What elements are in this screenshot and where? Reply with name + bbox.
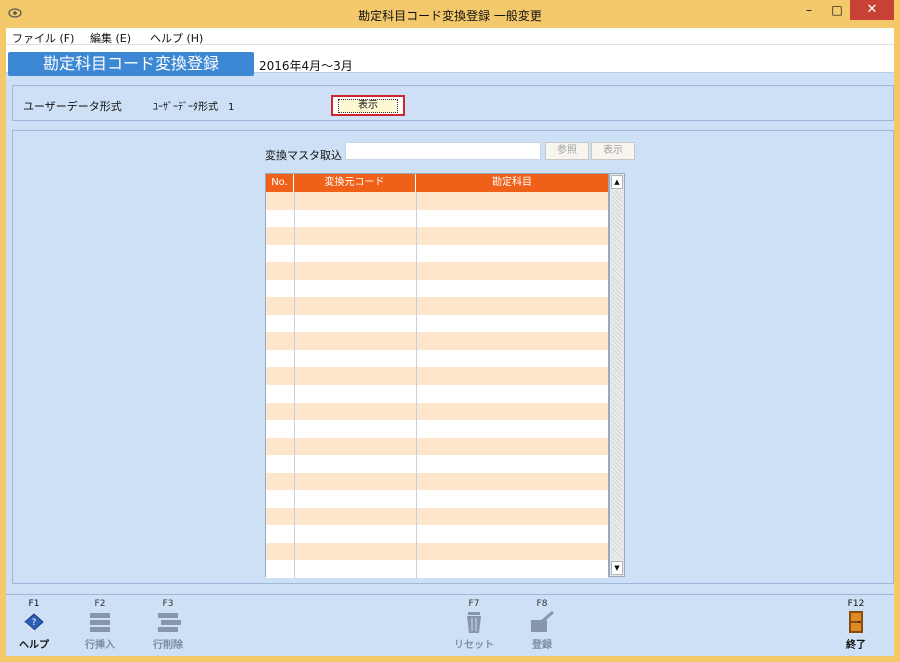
column-header-source-code[interactable]: 変換元コード bbox=[294, 174, 416, 192]
scroll-up-icon[interactable]: ▲ bbox=[611, 175, 623, 189]
conversion-panel: 変換マスタ取込 参照 表示 No. 変換元コード 勘定科目 ▲ ▼ bbox=[12, 130, 894, 584]
table-row[interactable] bbox=[266, 244, 608, 263]
f1-key-label: F1 bbox=[28, 599, 40, 609]
import-file-input[interactable] bbox=[345, 142, 541, 160]
table-row[interactable] bbox=[266, 385, 608, 403]
scroll-down-icon[interactable]: ▼ bbox=[611, 561, 623, 575]
display-button[interactable]: 表示 bbox=[331, 95, 405, 116]
table-row[interactable] bbox=[266, 192, 608, 210]
svg-text:?: ? bbox=[32, 618, 37, 628]
table-row[interactable] bbox=[266, 279, 608, 298]
title-bar: 勘定科目コード変換登録 一般変更 – □ ✕ bbox=[0, 0, 900, 28]
maximize-button[interactable]: □ bbox=[824, 0, 850, 20]
client-area: ファイル (F) 編集 (E) ヘルプ (H) 勘定科目コード変換登録 2016… bbox=[6, 28, 894, 656]
table-row[interactable] bbox=[266, 472, 608, 491]
screen-title: 勘定科目コード変換登録 bbox=[8, 52, 254, 76]
user-data-format-label: ユーザーデータ形式 bbox=[23, 100, 122, 113]
menu-help[interactable]: ヘルプ (H) bbox=[150, 30, 203, 46]
f3-key-label: F3 bbox=[162, 599, 174, 609]
f8-key-label: F8 bbox=[536, 599, 548, 609]
table-row[interactable] bbox=[266, 402, 608, 421]
f3-delete-row-button[interactable]: F3 行削除 bbox=[144, 599, 192, 651]
import-master-label: 変換マスタ取込 bbox=[265, 149, 342, 162]
display-button-label: 表示 bbox=[338, 99, 398, 113]
import-display-button[interactable]: 表示 bbox=[591, 142, 635, 160]
help-book-icon: ? bbox=[24, 613, 44, 633]
menu-bar: ファイル (F) 編集 (E) ヘルプ (H) bbox=[6, 28, 894, 45]
close-button[interactable]: ✕ bbox=[850, 0, 894, 20]
table-row[interactable] bbox=[266, 367, 608, 385]
app-window: 勘定科目コード変換登録 一般変更 – □ ✕ ファイル (F) 編集 (E) ヘ… bbox=[0, 0, 900, 662]
user-data-format-value: ﾕｰｻﾞｰﾃﾞｰﾀ形式 1 bbox=[153, 102, 235, 113]
scroll-track[interactable] bbox=[611, 191, 623, 559]
browse-button[interactable]: 参照 bbox=[545, 142, 589, 160]
table-row[interactable] bbox=[266, 349, 608, 368]
table-row[interactable] bbox=[266, 490, 608, 508]
f12-exit-button[interactable]: F12 終了 bbox=[832, 599, 880, 651]
table-row[interactable] bbox=[266, 560, 608, 578]
fiscal-period: 2016年4月～3月 bbox=[259, 59, 353, 73]
insert-row-icon bbox=[90, 613, 110, 632]
table-row[interactable] bbox=[266, 420, 608, 438]
f1-help-button[interactable]: F1 ? ヘルプ bbox=[10, 599, 58, 651]
f12-label: 終了 bbox=[846, 640, 866, 651]
f1-label: ヘルプ bbox=[19, 640, 49, 651]
trash-icon bbox=[467, 612, 481, 633]
f3-label: 行削除 bbox=[153, 640, 183, 651]
f7-reset-button[interactable]: F7 リセット bbox=[450, 599, 498, 651]
minimize-button[interactable]: – bbox=[796, 0, 822, 20]
table-row[interactable] bbox=[266, 542, 608, 561]
table-row[interactable] bbox=[266, 332, 608, 350]
column-divider bbox=[416, 192, 417, 578]
f2-insert-row-button[interactable]: F2 行挿入 bbox=[76, 599, 124, 651]
grid-vertical-scrollbar[interactable]: ▲ ▼ bbox=[609, 173, 625, 577]
f2-label: 行挿入 bbox=[85, 640, 115, 651]
function-key-bar: F1 ? ヘルプ F2 行挿入 F3 行削除 F7 リセット F8 登録 F12… bbox=[6, 594, 894, 656]
register-icon bbox=[531, 610, 554, 632]
table-row[interactable] bbox=[266, 227, 608, 245]
table-row[interactable] bbox=[266, 525, 608, 543]
column-header-no[interactable]: No. bbox=[266, 174, 294, 192]
column-header-account[interactable]: 勘定科目 bbox=[416, 174, 608, 192]
exit-door-icon bbox=[849, 611, 863, 633]
f8-register-button[interactable]: F8 登録 bbox=[518, 599, 566, 651]
f7-key-label: F7 bbox=[468, 599, 480, 609]
table-row[interactable] bbox=[266, 437, 608, 456]
window-title: 勘定科目コード変換登録 一般変更 bbox=[358, 9, 542, 23]
table-row[interactable] bbox=[266, 455, 608, 473]
column-divider bbox=[294, 192, 295, 578]
menu-edit[interactable]: 編集 (E) bbox=[90, 30, 131, 46]
f8-label: 登録 bbox=[532, 640, 552, 651]
table-row[interactable] bbox=[266, 209, 608, 228]
table-row[interactable] bbox=[266, 314, 608, 333]
f12-key-label: F12 bbox=[847, 599, 865, 609]
table-row[interactable] bbox=[266, 297, 608, 315]
table-row[interactable] bbox=[266, 507, 608, 526]
table-row[interactable] bbox=[266, 262, 608, 280]
conversion-grid[interactable]: No. 変換元コード 勘定科目 bbox=[265, 173, 609, 578]
f7-label: リセット bbox=[454, 640, 494, 651]
f2-key-label: F2 bbox=[94, 599, 106, 609]
user-data-panel: ユーザーデータ形式 ﾕｰｻﾞｰﾃﾞｰﾀ形式 1 表示 bbox=[12, 85, 894, 121]
delete-row-icon bbox=[158, 613, 181, 632]
menu-file[interactable]: ファイル (F) bbox=[12, 30, 74, 46]
